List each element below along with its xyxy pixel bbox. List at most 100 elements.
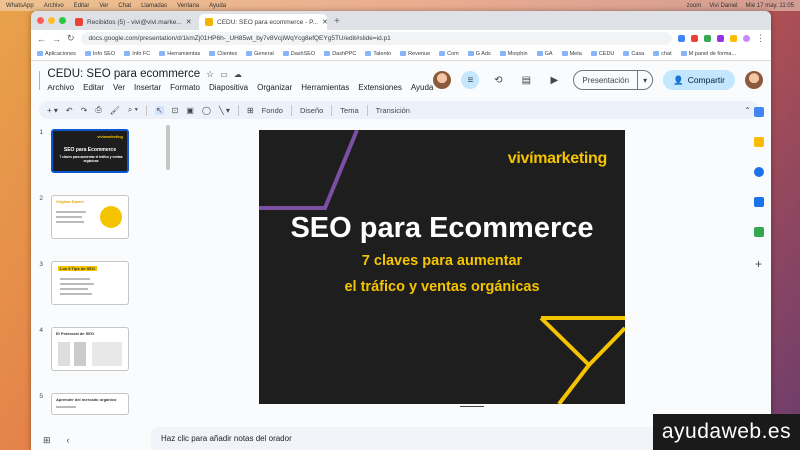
browser-menu-icon[interactable]: ⋮ (756, 33, 765, 44)
tab-slides[interactable]: CEDU: SEO para ecommerce - P... ✕ (199, 14, 327, 30)
bookmark-item[interactable]: Herramientas (159, 51, 200, 57)
comment-add-icon[interactable]: ⊞ (247, 106, 254, 115)
menubar-item[interactable]: Editar (74, 3, 90, 9)
current-slide[interactable]: vivímarketing SEO para Ecommerce 7 clave… (259, 130, 625, 404)
slide-thumbnail-1[interactable]: vivímarketing SEO para Ecommerce 7 clave… (51, 129, 129, 173)
slide-thumbnail-2[interactable]: Virginia Daniel (51, 195, 129, 239)
slide-thumbnail-4[interactable]: El Potencial de SEO (51, 327, 129, 371)
menubar-item[interactable]: Ver (99, 3, 108, 9)
textbox-icon[interactable]: ⊡ (172, 106, 179, 115)
menu-diapositiva[interactable]: Diapositiva (209, 83, 248, 92)
menu-extensiones[interactable]: Extensiones (358, 83, 402, 92)
reload-icon[interactable]: ↻ (67, 33, 75, 44)
bookmark-item[interactable]: DashSEO (282, 51, 315, 57)
redo-icon[interactable]: ↷ (81, 106, 88, 115)
star-icon[interactable]: ☆ (206, 69, 214, 80)
menubar-item[interactable]: Chat (118, 3, 131, 9)
menu-ver[interactable]: Ver (113, 83, 125, 92)
bookmark-item[interactable]: DashPPC (324, 51, 356, 57)
bookmark-item[interactable]: G Ads (467, 51, 491, 57)
chevron-down-icon[interactable]: ▾ (637, 71, 652, 89)
bookmark-item[interactable]: Meta (561, 51, 582, 57)
menu-insertar[interactable]: Insertar (134, 83, 161, 92)
filmstrip-scrollbar[interactable] (166, 125, 170, 170)
slide-thumbnail-5[interactable]: Aprender del mercado orgánico (51, 393, 129, 415)
tasks-icon[interactable] (753, 167, 764, 177)
minimize-window-button[interactable] (48, 17, 55, 24)
extension-icon[interactable] (730, 35, 737, 42)
extension-icon[interactable] (691, 35, 698, 42)
menu-formato[interactable]: Formato (170, 83, 200, 92)
contacts-icon[interactable] (753, 197, 764, 207)
shape-icon[interactable]: ◯ (202, 106, 211, 115)
bookmark-item[interactable]: Info FC (124, 51, 150, 57)
bookmark-item[interactable]: chat (653, 51, 672, 57)
line-icon[interactable]: ╲ ▾ (219, 106, 230, 115)
menubar-item[interactable]: Archivo (44, 3, 64, 9)
meet-presence-icon[interactable]: ≡ (461, 71, 480, 89)
maximize-window-button[interactable] (59, 17, 66, 24)
add-addon-icon[interactable]: + (755, 257, 762, 271)
background-button[interactable]: Fondo (262, 106, 283, 115)
bookmark-item[interactable]: Casa (623, 51, 644, 57)
bookmark-item[interactable]: Info SEO (84, 51, 115, 57)
menubar-item[interactable]: Ventana (177, 3, 199, 9)
bookmark-item[interactable]: Revenue (400, 51, 430, 57)
menubar-zoom[interactable]: zoom (687, 3, 702, 9)
menubar-app[interactable]: WhatsApp (6, 3, 34, 9)
close-window-button[interactable] (37, 17, 44, 24)
menubar-item[interactable]: Llamadas (141, 3, 167, 9)
bookmark-item[interactable]: CEDU (590, 51, 614, 57)
close-tab-icon[interactable]: ✕ (322, 18, 327, 26)
bookmark-item[interactable]: GA (536, 51, 553, 57)
extension-icon[interactable] (704, 35, 711, 42)
menubar-user[interactable]: Vivi Daniel (709, 3, 737, 9)
cloud-status-icon[interactable]: ☁ (234, 70, 242, 79)
menu-ayuda[interactable]: Ayuda (411, 83, 434, 92)
paint-format-icon[interactable]: 🖌 (110, 106, 120, 115)
comments-icon[interactable]: ▤ (517, 71, 535, 89)
layout-button[interactable]: Diseño (300, 106, 323, 115)
new-tab-button[interactable]: + (329, 14, 345, 30)
maps-icon[interactable] (753, 227, 764, 237)
keep-icon[interactable] (753, 137, 764, 147)
bookmark-item[interactable]: Aplicaciones (37, 51, 76, 57)
select-cursor-icon[interactable]: ↖ (154, 105, 164, 115)
menu-herramientas[interactable]: Herramientas (301, 83, 349, 92)
print-icon[interactable]: ⎙ (95, 105, 101, 115)
bookmark-item[interactable]: M panel de forma... (680, 51, 736, 57)
url-input[interactable]: docs.google.com/presentation/d/1kmZj01HP… (80, 32, 672, 45)
image-icon[interactable]: ▣ (186, 106, 194, 115)
document-title[interactable]: CEDU: SEO para ecommerce (47, 68, 200, 80)
transition-button[interactable]: Transición (376, 106, 410, 115)
share-button[interactable]: 👤 Compartir (663, 70, 735, 90)
forward-icon[interactable]: → (52, 34, 61, 44)
menubar-item[interactable]: Ayuda (209, 3, 226, 9)
bookmark-item[interactable]: Talento (365, 51, 391, 57)
bookmark-item[interactable]: Morphin (499, 51, 528, 57)
collaborator-avatar[interactable] (433, 71, 452, 89)
history-icon[interactable]: ⟲ (489, 71, 507, 89)
move-folder-icon[interactable]: ▭ (220, 70, 228, 79)
menu-organizar[interactable]: Organizar (257, 83, 292, 92)
theme-button[interactable]: Tema (340, 106, 358, 115)
slide-thumbnail-3[interactable]: Los 5 Tips de SEO (51, 261, 129, 305)
profile-icon[interactable] (743, 35, 750, 42)
undo-icon[interactable]: ↶ (66, 106, 73, 115)
bookmark-item[interactable]: General (246, 51, 274, 57)
tab-gmail[interactable]: Recibidos (5) - vivi@vivi.marke... ✕ (69, 14, 197, 30)
new-slide-icon[interactable]: + ▾ (47, 106, 58, 115)
calendar-icon[interactable] (753, 107, 764, 117)
menubar-clock[interactable]: Mié 17 may. 11:05 (746, 3, 794, 9)
extension-icon[interactable] (717, 35, 724, 42)
bookmark-item[interactable]: Clientes (209, 51, 237, 57)
close-tab-icon[interactable]: ✕ (186, 18, 192, 26)
zoom-icon[interactable]: ⌕ ▾ (128, 105, 138, 115)
grid-view-icon[interactable]: ⊞ (43, 435, 51, 446)
account-avatar[interactable] (745, 71, 763, 89)
menu-editar[interactable]: Editar (83, 83, 104, 92)
notes-resize-handle[interactable] (460, 406, 484, 407)
present-button[interactable]: Presentación ▾ (573, 70, 654, 90)
extension-icon[interactable] (678, 35, 685, 42)
meet-video-icon[interactable]: ▶ (545, 71, 563, 89)
